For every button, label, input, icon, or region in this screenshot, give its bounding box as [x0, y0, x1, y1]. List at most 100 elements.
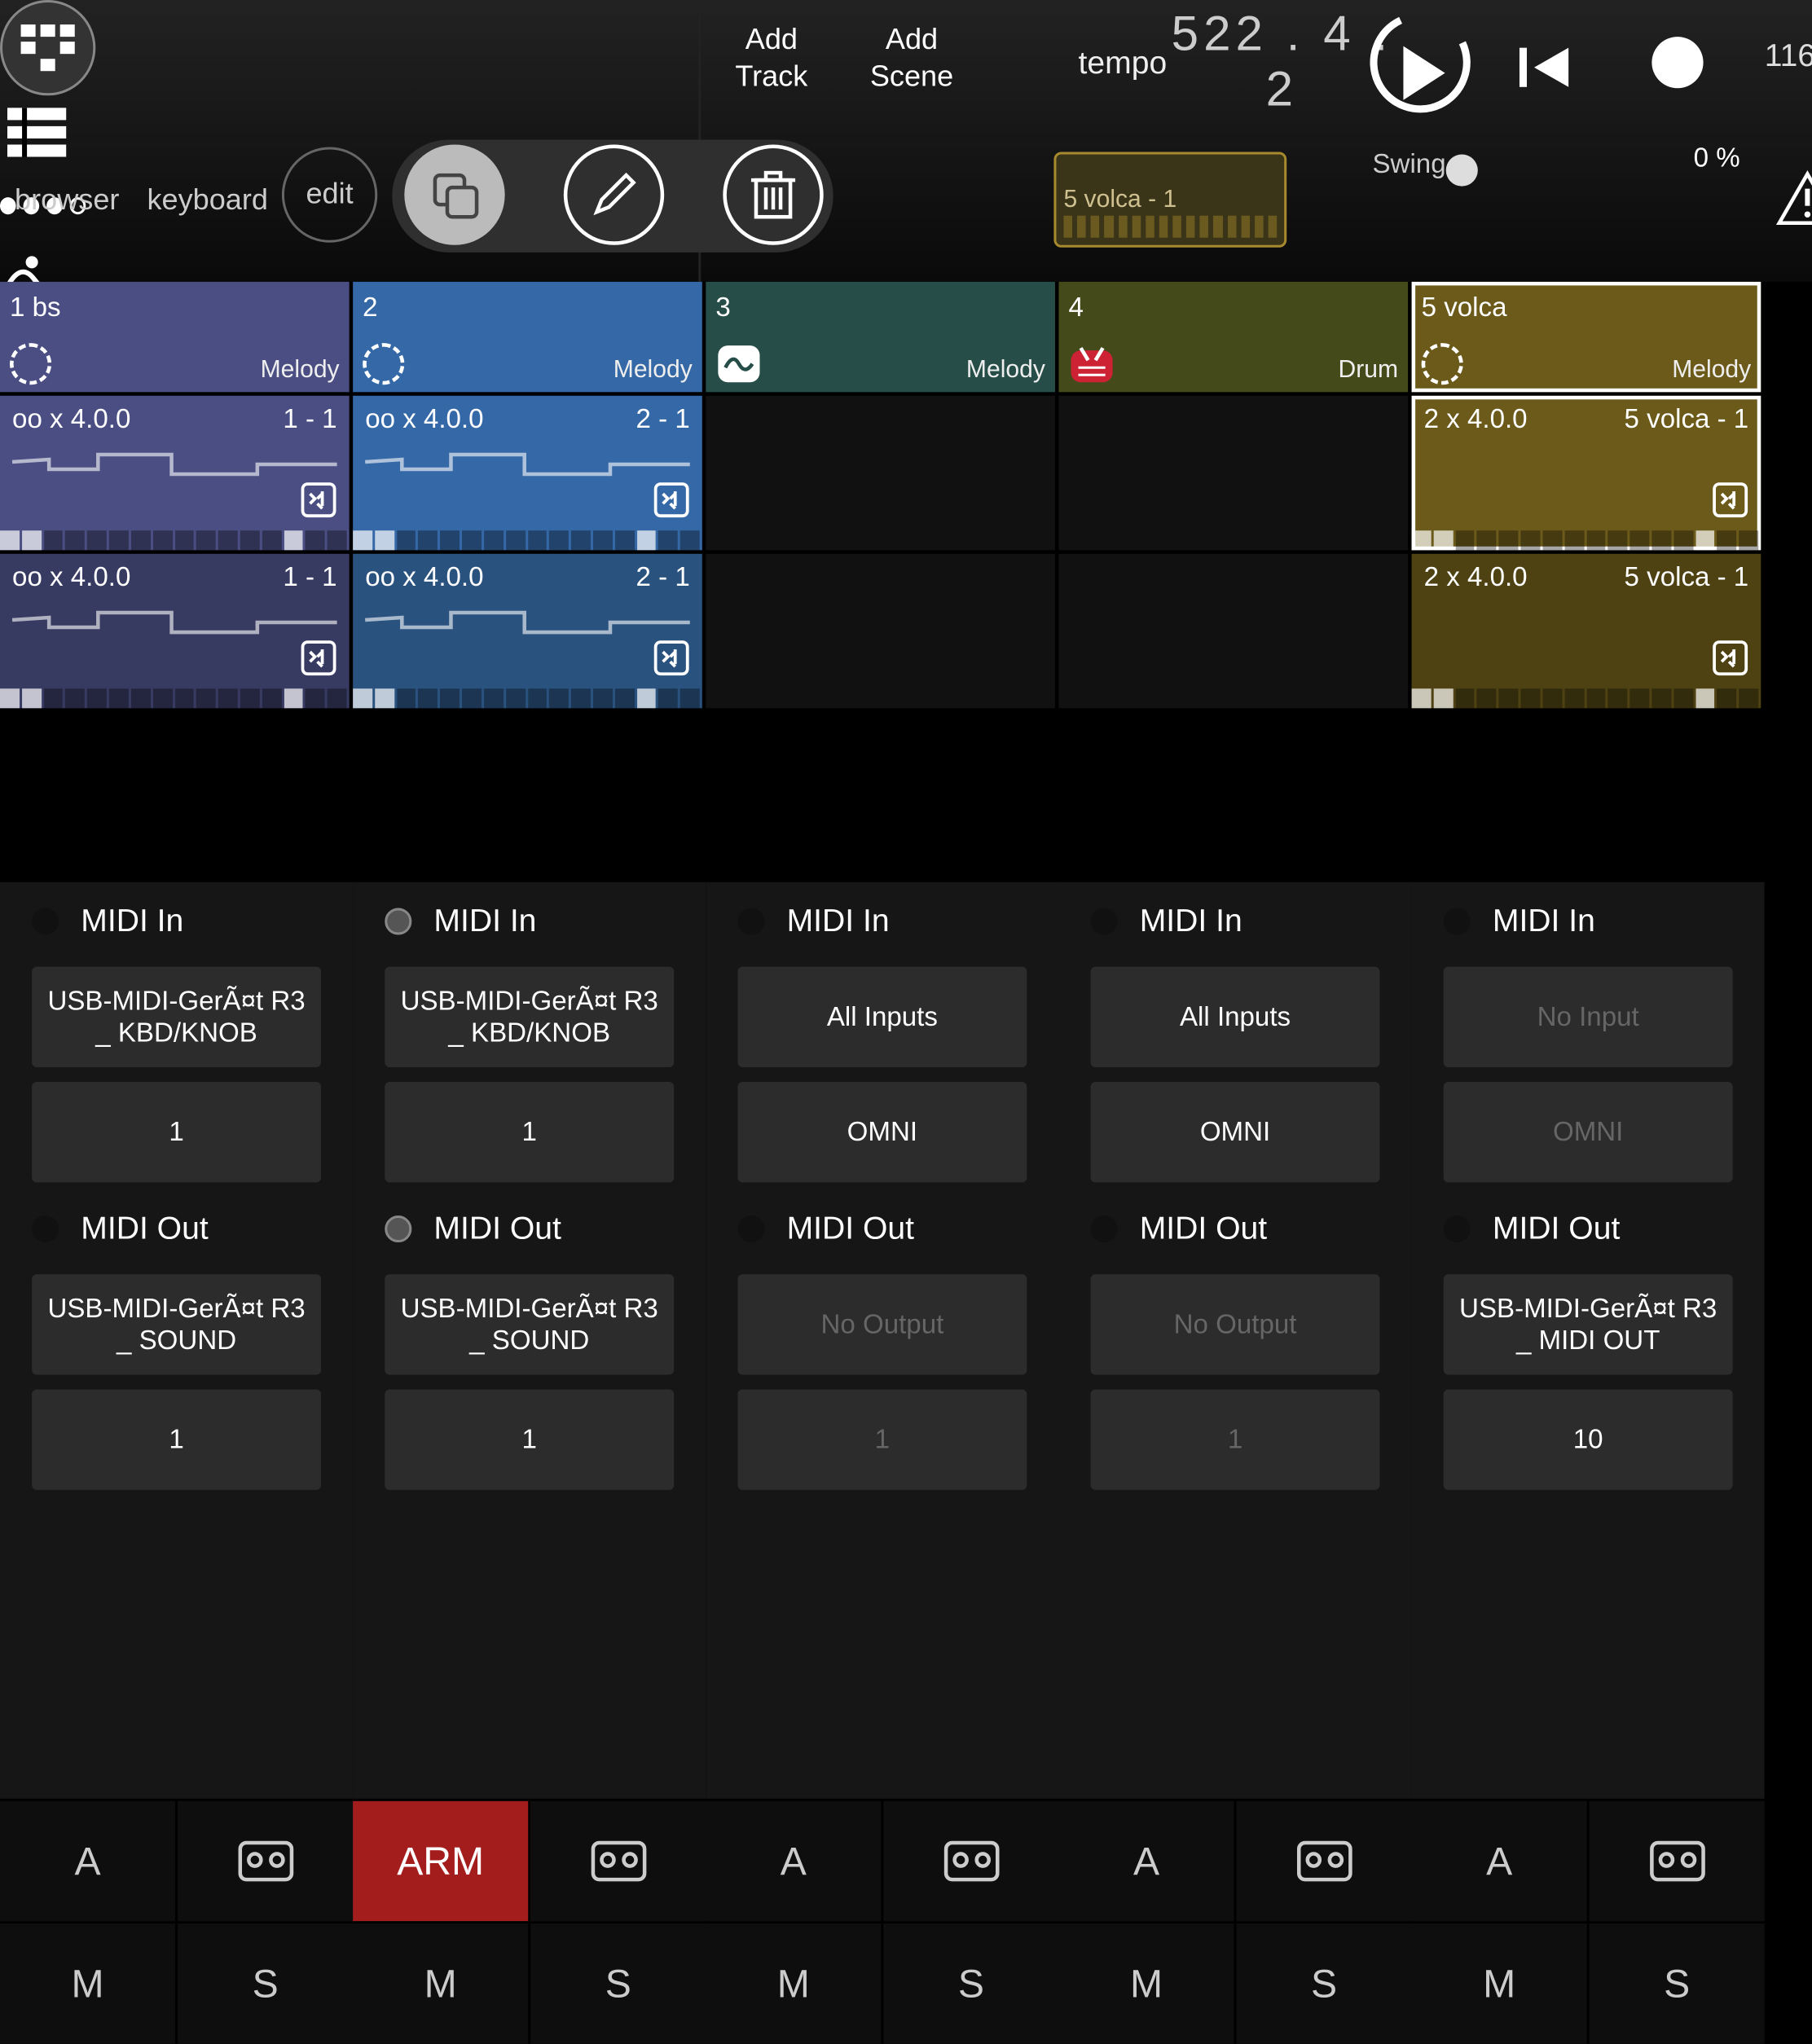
mixer-channel: MIDI In USB-MIDI-GerÃ¤t R3 _ KBD/KNOB 1 …	[353, 882, 706, 2044]
midi-in-channel[interactable]: OMNI	[1091, 1082, 1380, 1182]
warning-icon[interactable]	[1777, 172, 1812, 226]
clip[interactable]: oo x 4.0.0 2 - 1	[353, 554, 702, 709]
midi-out-device[interactable]: USB-MIDI-GerÃ¤t R3 _ SOUND	[32, 1274, 321, 1374]
midi-out-channel[interactable]: 1	[737, 1390, 1027, 1490]
mute-button[interactable]: M	[1412, 1923, 1590, 2043]
swing-control[interactable]: Swing 0 %	[1372, 142, 1739, 186]
tempo-label: tempo	[1079, 43, 1168, 81]
midi-in-header[interactable]: MIDI In	[706, 882, 1058, 960]
swing-label: Swing	[1372, 148, 1445, 180]
arm-button[interactable]: ARM	[353, 1801, 530, 1921]
midi-in-channel[interactable]: OMNI	[737, 1082, 1027, 1182]
track-header[interactable]: 5 volca Melody	[1412, 282, 1761, 392]
empty-clip-slot[interactable]	[706, 554, 1055, 709]
midi-out-channel[interactable]: 1	[1091, 1390, 1380, 1490]
midi-in-device[interactable]: USB-MIDI-GerÃ¤t R3 _ KBD/KNOB	[385, 967, 674, 1067]
track-header[interactable]: 2 Melody	[353, 282, 702, 392]
clip[interactable]: oo x 4.0.0 2 - 1	[353, 396, 702, 551]
clip[interactable]: 2 x 4.0.0 5 volca - 1	[1412, 396, 1761, 551]
midi-in-channel[interactable]: 1	[385, 1082, 674, 1182]
arrange-view-button[interactable]	[0, 95, 73, 169]
mute-button[interactable]: M	[0, 1923, 178, 2043]
track-name: 4	[1068, 292, 1083, 323]
mute-button[interactable]: M	[1058, 1923, 1236, 2043]
clip-timeline	[0, 530, 350, 550]
clip-timeline	[1412, 530, 1761, 550]
midi-in-header[interactable]: MIDI In	[1058, 882, 1411, 960]
midi-in-device[interactable]: All Inputs	[1091, 967, 1380, 1067]
midi-out-device[interactable]: USB-MIDI-GerÃ¤t R3 _ MIDI OUT	[1444, 1274, 1733, 1374]
track-header[interactable]: 1 bs Melody	[0, 282, 350, 392]
midi-in-device[interactable]: No Input	[1444, 967, 1733, 1067]
bpm-display[interactable]: 116.0	[1765, 37, 1812, 75]
mute-button[interactable]: M	[353, 1923, 530, 2043]
mixer-channel: MIDI In All Inputs OMNI MIDI Out No Outp…	[706, 882, 1058, 2044]
clip-timeline	[1412, 688, 1761, 708]
solo-button[interactable]: S	[883, 1923, 1058, 2043]
session-view-button[interactable]	[0, 0, 95, 95]
tape-button[interactable]	[1237, 1801, 1412, 1921]
copy-button[interactable]	[404, 144, 504, 244]
tape-button[interactable]	[883, 1801, 1058, 1921]
clip-timeline	[353, 688, 702, 708]
clip[interactable]: oo x 4.0.0 1 - 1	[0, 396, 350, 551]
midi-in-header[interactable]: MIDI In	[353, 882, 706, 960]
solo-button[interactable]: S	[178, 1923, 353, 2043]
selected-clip-preview[interactable]: 5 volca - 1	[1053, 152, 1286, 247]
return-to-zero-button[interactable]	[1520, 37, 1593, 98]
arm-button[interactable]: A	[1058, 1801, 1236, 1921]
pencil-button[interactable]	[564, 144, 664, 244]
arm-button[interactable]: A	[706, 1801, 883, 1921]
delete-button[interactable]	[723, 144, 823, 244]
track-header[interactable]: 4 Drum	[1058, 282, 1408, 392]
tape-button[interactable]	[178, 1801, 353, 1921]
record-button[interactable]	[1651, 37, 1703, 88]
midi-in-header[interactable]: MIDI In	[1412, 882, 1765, 960]
clip-loop-info: oo x 4.0.0	[365, 403, 483, 434]
midi-out-header[interactable]: MIDI Out	[353, 1189, 706, 1267]
edit-button[interactable]: edit	[282, 147, 377, 242]
clip-name: 2 - 1	[636, 561, 690, 593]
midi-out-header[interactable]: MIDI Out	[1412, 1189, 1765, 1267]
tempo-display[interactable]: tempo 522 . 4 . 2	[1079, 7, 1397, 117]
midi-out-header[interactable]: MIDI Out	[1058, 1189, 1411, 1267]
add-scene-button[interactable]: Add Scene	[870, 22, 992, 95]
empty-clip-slot[interactable]	[1058, 396, 1408, 551]
clip-loop-info: oo x 4.0.0	[12, 403, 130, 434]
clip[interactable]: 2 x 4.0.0 5 volca - 1	[1412, 554, 1761, 709]
midi-out-header[interactable]: MIDI Out	[0, 1189, 353, 1267]
clip[interactable]: oo x 4.0.0 1 - 1	[0, 554, 350, 709]
browser-button[interactable]: browser	[15, 184, 119, 218]
midi-out-device[interactable]: USB-MIDI-GerÃ¤t R3 _ SOUND	[385, 1274, 674, 1374]
track-name: 2	[363, 292, 377, 323]
midi-in-header[interactable]: MIDI In	[0, 882, 353, 960]
swing-value: 0 %	[1694, 142, 1740, 174]
solo-button[interactable]: S	[1590, 1923, 1765, 2043]
solo-button[interactable]: S	[1237, 1923, 1412, 2043]
solo-button[interactable]: S	[530, 1923, 706, 2043]
track-header[interactable]: 3 Melody	[706, 282, 1055, 392]
empty-clip-slot[interactable]	[706, 396, 1055, 551]
midi-in-channel[interactable]: OMNI	[1444, 1082, 1733, 1182]
arm-button[interactable]: A	[0, 1801, 178, 1921]
mute-button[interactable]: M	[706, 1923, 883, 2043]
tape-button[interactable]	[530, 1801, 706, 1921]
clip-record-icon	[1712, 640, 1748, 676]
midi-out-channel[interactable]: 10	[1444, 1390, 1733, 1490]
add-track-button[interactable]: Add Track	[735, 22, 857, 95]
tape-button[interactable]	[1590, 1801, 1765, 1921]
midi-in-device[interactable]: All Inputs	[737, 967, 1027, 1067]
midi-in-indicator	[1444, 908, 1471, 934]
midi-in-device[interactable]: USB-MIDI-GerÃ¤t R3 _ KBD/KNOB	[32, 967, 321, 1067]
midi-out-channel[interactable]: 1	[32, 1390, 321, 1490]
track-type: Melody	[966, 357, 1045, 385]
mixer-channel: MIDI In All Inputs OMNI MIDI Out No Outp…	[1058, 882, 1411, 2044]
keyboard-button[interactable]: keyboard	[147, 184, 267, 218]
midi-out-header[interactable]: MIDI Out	[706, 1189, 1058, 1267]
arm-button[interactable]: A	[1412, 1801, 1590, 1921]
midi-out-device[interactable]: No Output	[737, 1274, 1027, 1374]
midi-out-channel[interactable]: 1	[385, 1390, 674, 1490]
empty-clip-slot[interactable]	[1058, 554, 1408, 709]
midi-out-device[interactable]: No Output	[1091, 1274, 1380, 1374]
midi-in-channel[interactable]: 1	[32, 1082, 321, 1182]
